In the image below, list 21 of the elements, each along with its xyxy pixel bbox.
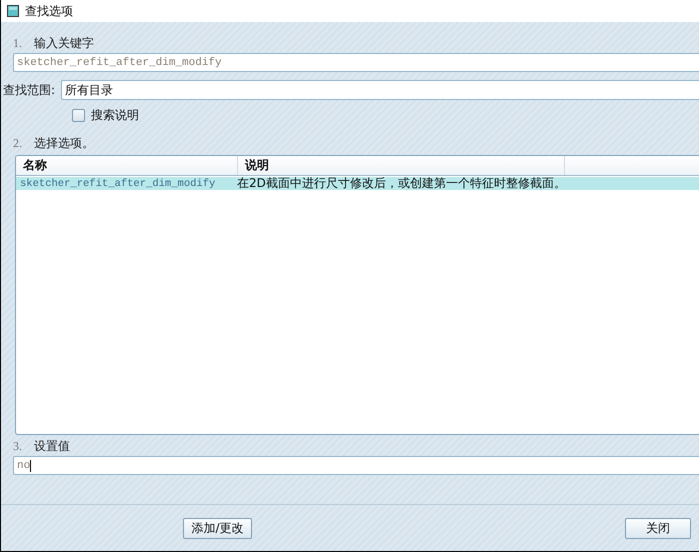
step-number: 3. — [13, 438, 23, 454]
scope-label: 查找范围: — [3, 82, 56, 98]
checkbox[interactable] — [72, 109, 85, 122]
checkbox-label: 搜索说明 — [91, 107, 139, 124]
window-title: 查找选项 — [25, 2, 73, 20]
button[interactable]: 添加/更改 — [183, 518, 252, 538]
scope-dropdown[interactable]: 所有目录 — [61, 80, 699, 100]
step-label: 选择选项。 — [34, 134, 94, 152]
button[interactable]: 关闭 — [625, 518, 691, 538]
step-number: 1. — [13, 36, 23, 50]
table-cell: 在2D截面中进行尺寸修改后，或创建第一个特征时整修截面。 — [237, 175, 566, 192]
table-cell-text: sketcher_refit_after_dim_modify — [19, 178, 216, 190]
column-header[interactable]: 名称 — [16, 156, 238, 175]
step-number: 2. — [13, 136, 23, 150]
step-label: 输入关键字 — [34, 34, 94, 52]
window-icon — [7, 5, 19, 17]
value-field[interactable]: no — [13, 456, 699, 475]
table-row[interactable]: sketcher_refit_after_dim_modify 在2D截面中进行尺寸修改后，或创建第一个特征时整修截面。 — [16, 177, 699, 190]
keyword-field[interactable]: sketcher_refit_after_dim_modify — [13, 53, 699, 72]
step-label: 设置值 — [34, 438, 70, 454]
column-header[interactable]: 说明 — [238, 156, 565, 175]
